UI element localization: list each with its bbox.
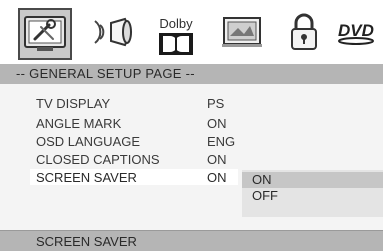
option-off[interactable]: OFF [242,188,383,204]
setting-value: PS [207,96,225,111]
setting-value: ON [207,170,227,185]
dolby-icon [158,32,194,56]
status-text: SCREEN SAVER [36,234,137,249]
dvd-setup-screen: Dolby DVD -- GENERAL SETUP PAGE -- TV DI… [0,0,383,251]
option-on[interactable]: ON [242,172,383,188]
setting-row-osd-language[interactable]: OSD LANGUAGE ENG [0,134,383,149]
dolby-label: Dolby [159,16,193,31]
option-submenu: ON OFF [242,170,383,217]
lock-icon [289,13,319,51]
status-bar: SCREEN SAVER [0,231,383,251]
setting-label: SCREEN SAVER [36,170,137,185]
toolbar-dvd-setup[interactable]: DVD [334,6,378,58]
toolbar-audio-setup[interactable] [88,6,140,58]
page-title: -- GENERAL SETUP PAGE -- [16,66,195,81]
setting-label: OSD LANGUAGE [36,134,141,149]
setting-label: CLOSED CAPTIONS [36,152,160,167]
toolbar-dolby-setup[interactable]: Dolby [148,6,204,58]
setting-row-angle-mark[interactable]: ANGLE MARK ON [0,116,383,131]
setting-value: ENG [207,134,236,149]
toolbar-general-setup[interactable] [18,8,72,60]
page-title-bar: -- GENERAL SETUP PAGE -- [0,64,383,84]
video-picture-icon [220,16,264,48]
speaker-icon [91,15,137,49]
setting-row-tv-display[interactable]: TV DISPLAY PS [0,96,383,111]
toolbar-video-setup[interactable] [214,6,270,58]
setting-row-closed-captions[interactable]: CLOSED CAPTIONS ON [0,152,383,167]
toolbar-preference[interactable] [280,6,328,58]
setting-value: ON [207,116,227,131]
settings-tools-icon [23,15,67,53]
setting-label: ANGLE MARK [36,116,122,131]
setting-value: ON [207,152,227,167]
dvd-logo-icon: DVD [337,18,375,46]
setting-label: TV DISPLAY [36,96,111,111]
setup-toolbar: Dolby DVD [0,0,383,64]
